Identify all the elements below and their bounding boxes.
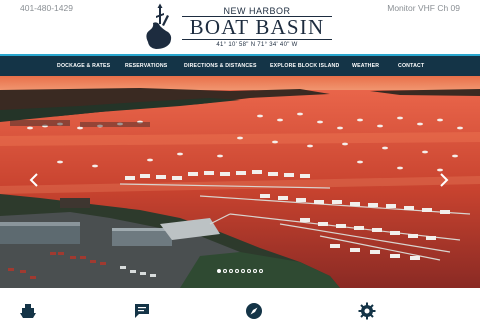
chevron-right-icon[interactable]: [438, 171, 450, 189]
hero-slider[interactable]: [0, 76, 480, 288]
slider-dot[interactable]: [223, 269, 227, 273]
harbor-sunset-photo: [0, 76, 480, 288]
nav-item-reservations[interactable]: Reservations: [125, 63, 167, 69]
slider-dot[interactable]: [241, 269, 245, 273]
vhf-channel: Monitor VHF Ch 09: [387, 3, 460, 13]
gear-icon[interactable]: [358, 302, 376, 320]
feature-icon-row: [0, 288, 480, 320]
slider-dot[interactable]: [217, 269, 221, 273]
nav-item-directions[interactable]: Directions & Distances: [184, 63, 257, 69]
slider-dot[interactable]: [229, 269, 233, 273]
slider-pagination: [217, 269, 263, 275]
slider-dot[interactable]: [253, 269, 257, 273]
nav-item-contact[interactable]: Contact: [398, 63, 424, 69]
nav-item-weather[interactable]: Weather: [352, 63, 379, 69]
slider-dot[interactable]: [247, 269, 251, 273]
ferry-icon[interactable]: [19, 302, 37, 320]
chat-icon[interactable]: [133, 302, 151, 320]
phone-number[interactable]: 401-480-1429: [20, 3, 73, 13]
slider-dot[interactable]: [235, 269, 239, 273]
logo-divider-bottom: [182, 39, 332, 40]
site-header: 401-480-1429 Monitor VHF Ch 09 NEW HARBO…: [0, 0, 480, 54]
page: 401-480-1429 Monitor VHF Ch 09 NEW HARBO…: [0, 0, 480, 320]
logo-coordinates: 41° 10' 58" N 71° 34' 40" W: [216, 42, 298, 48]
chevron-left-icon[interactable]: [28, 171, 40, 189]
compass-icon[interactable]: [245, 302, 263, 320]
slider-dot[interactable]: [259, 269, 263, 273]
nav-item-explore-block-island[interactable]: Explore Block Island: [270, 63, 339, 69]
nav-item-dockage-rates[interactable]: Dockage & Rates: [57, 63, 110, 69]
logo-title: BOAT BASIN: [189, 15, 325, 39]
island-lighthouse-logo-icon: [146, 3, 172, 49]
site-logo[interactable]: NEW HARBOR BOAT BASIN 41° 10' 58" N 71° …: [140, 2, 340, 52]
main-nav: Dockage & Rates Reservations Directions …: [0, 54, 480, 76]
